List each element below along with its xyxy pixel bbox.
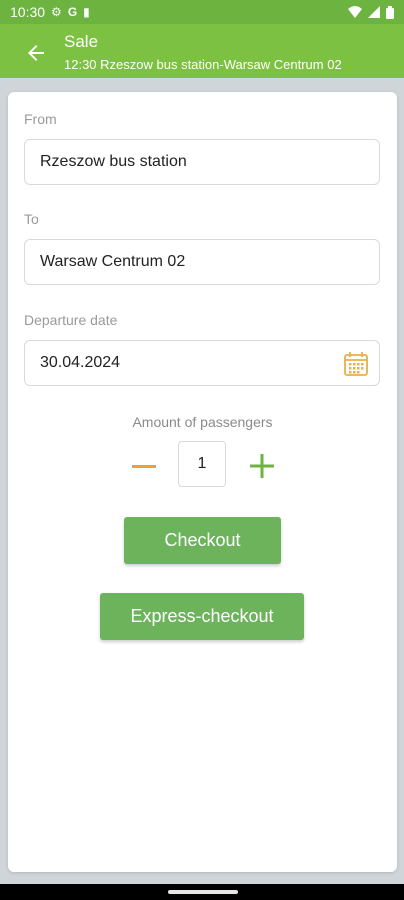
minus-icon[interactable] (130, 452, 158, 480)
departure-date-field[interactable]: 30.04.2024 (24, 340, 380, 386)
to-value: Warsaw Centrum 02 (40, 253, 186, 270)
gear-icon: ⚙ (51, 5, 62, 19)
wifi-icon (348, 6, 362, 18)
calendar-icon[interactable] (343, 351, 369, 377)
passengers-label: Amount of passengers (132, 414, 273, 430)
departure-date-label: Departure date (24, 312, 118, 328)
google-icon: G (67, 5, 78, 19)
passenger-count: 1 (197, 455, 207, 472)
plus-icon[interactable] (248, 452, 276, 480)
navigation-bar (0, 884, 404, 900)
passenger-count-input[interactable]: 1 (178, 441, 226, 487)
page-title: Sale (64, 32, 99, 51)
back-arrow-icon[interactable] (24, 41, 48, 65)
checkout-button[interactable]: Checkout (124, 517, 281, 564)
sale-form-card: From Rzeszow bus station To Warsaw Centr… (8, 92, 397, 872)
express-checkout-button[interactable]: Express-checkout (100, 593, 304, 640)
trip-subtitle: 12:30 Rzeszow bus station-Warsaw Centrum… (64, 57, 342, 72)
app-bar: Sale 12:30 Rzeszow bus station-Warsaw Ce… (0, 24, 404, 78)
from-label: From (24, 111, 57, 127)
from-value: Rzeszow bus station (40, 153, 187, 170)
sim-card-icon: ▮ (83, 5, 90, 19)
departure-date-value: 30.04.2024 (40, 354, 121, 371)
battery-icon (386, 5, 394, 19)
status-time: 10:30 (10, 4, 46, 20)
to-label: To (24, 211, 39, 227)
signal-icon (368, 6, 380, 18)
status-bar: 10:30 ⚙ G ▮ (0, 0, 404, 24)
home-indicator[interactable] (168, 890, 238, 894)
to-field[interactable]: Warsaw Centrum 02 (24, 239, 380, 285)
from-field[interactable]: Rzeszow bus station (24, 139, 380, 185)
